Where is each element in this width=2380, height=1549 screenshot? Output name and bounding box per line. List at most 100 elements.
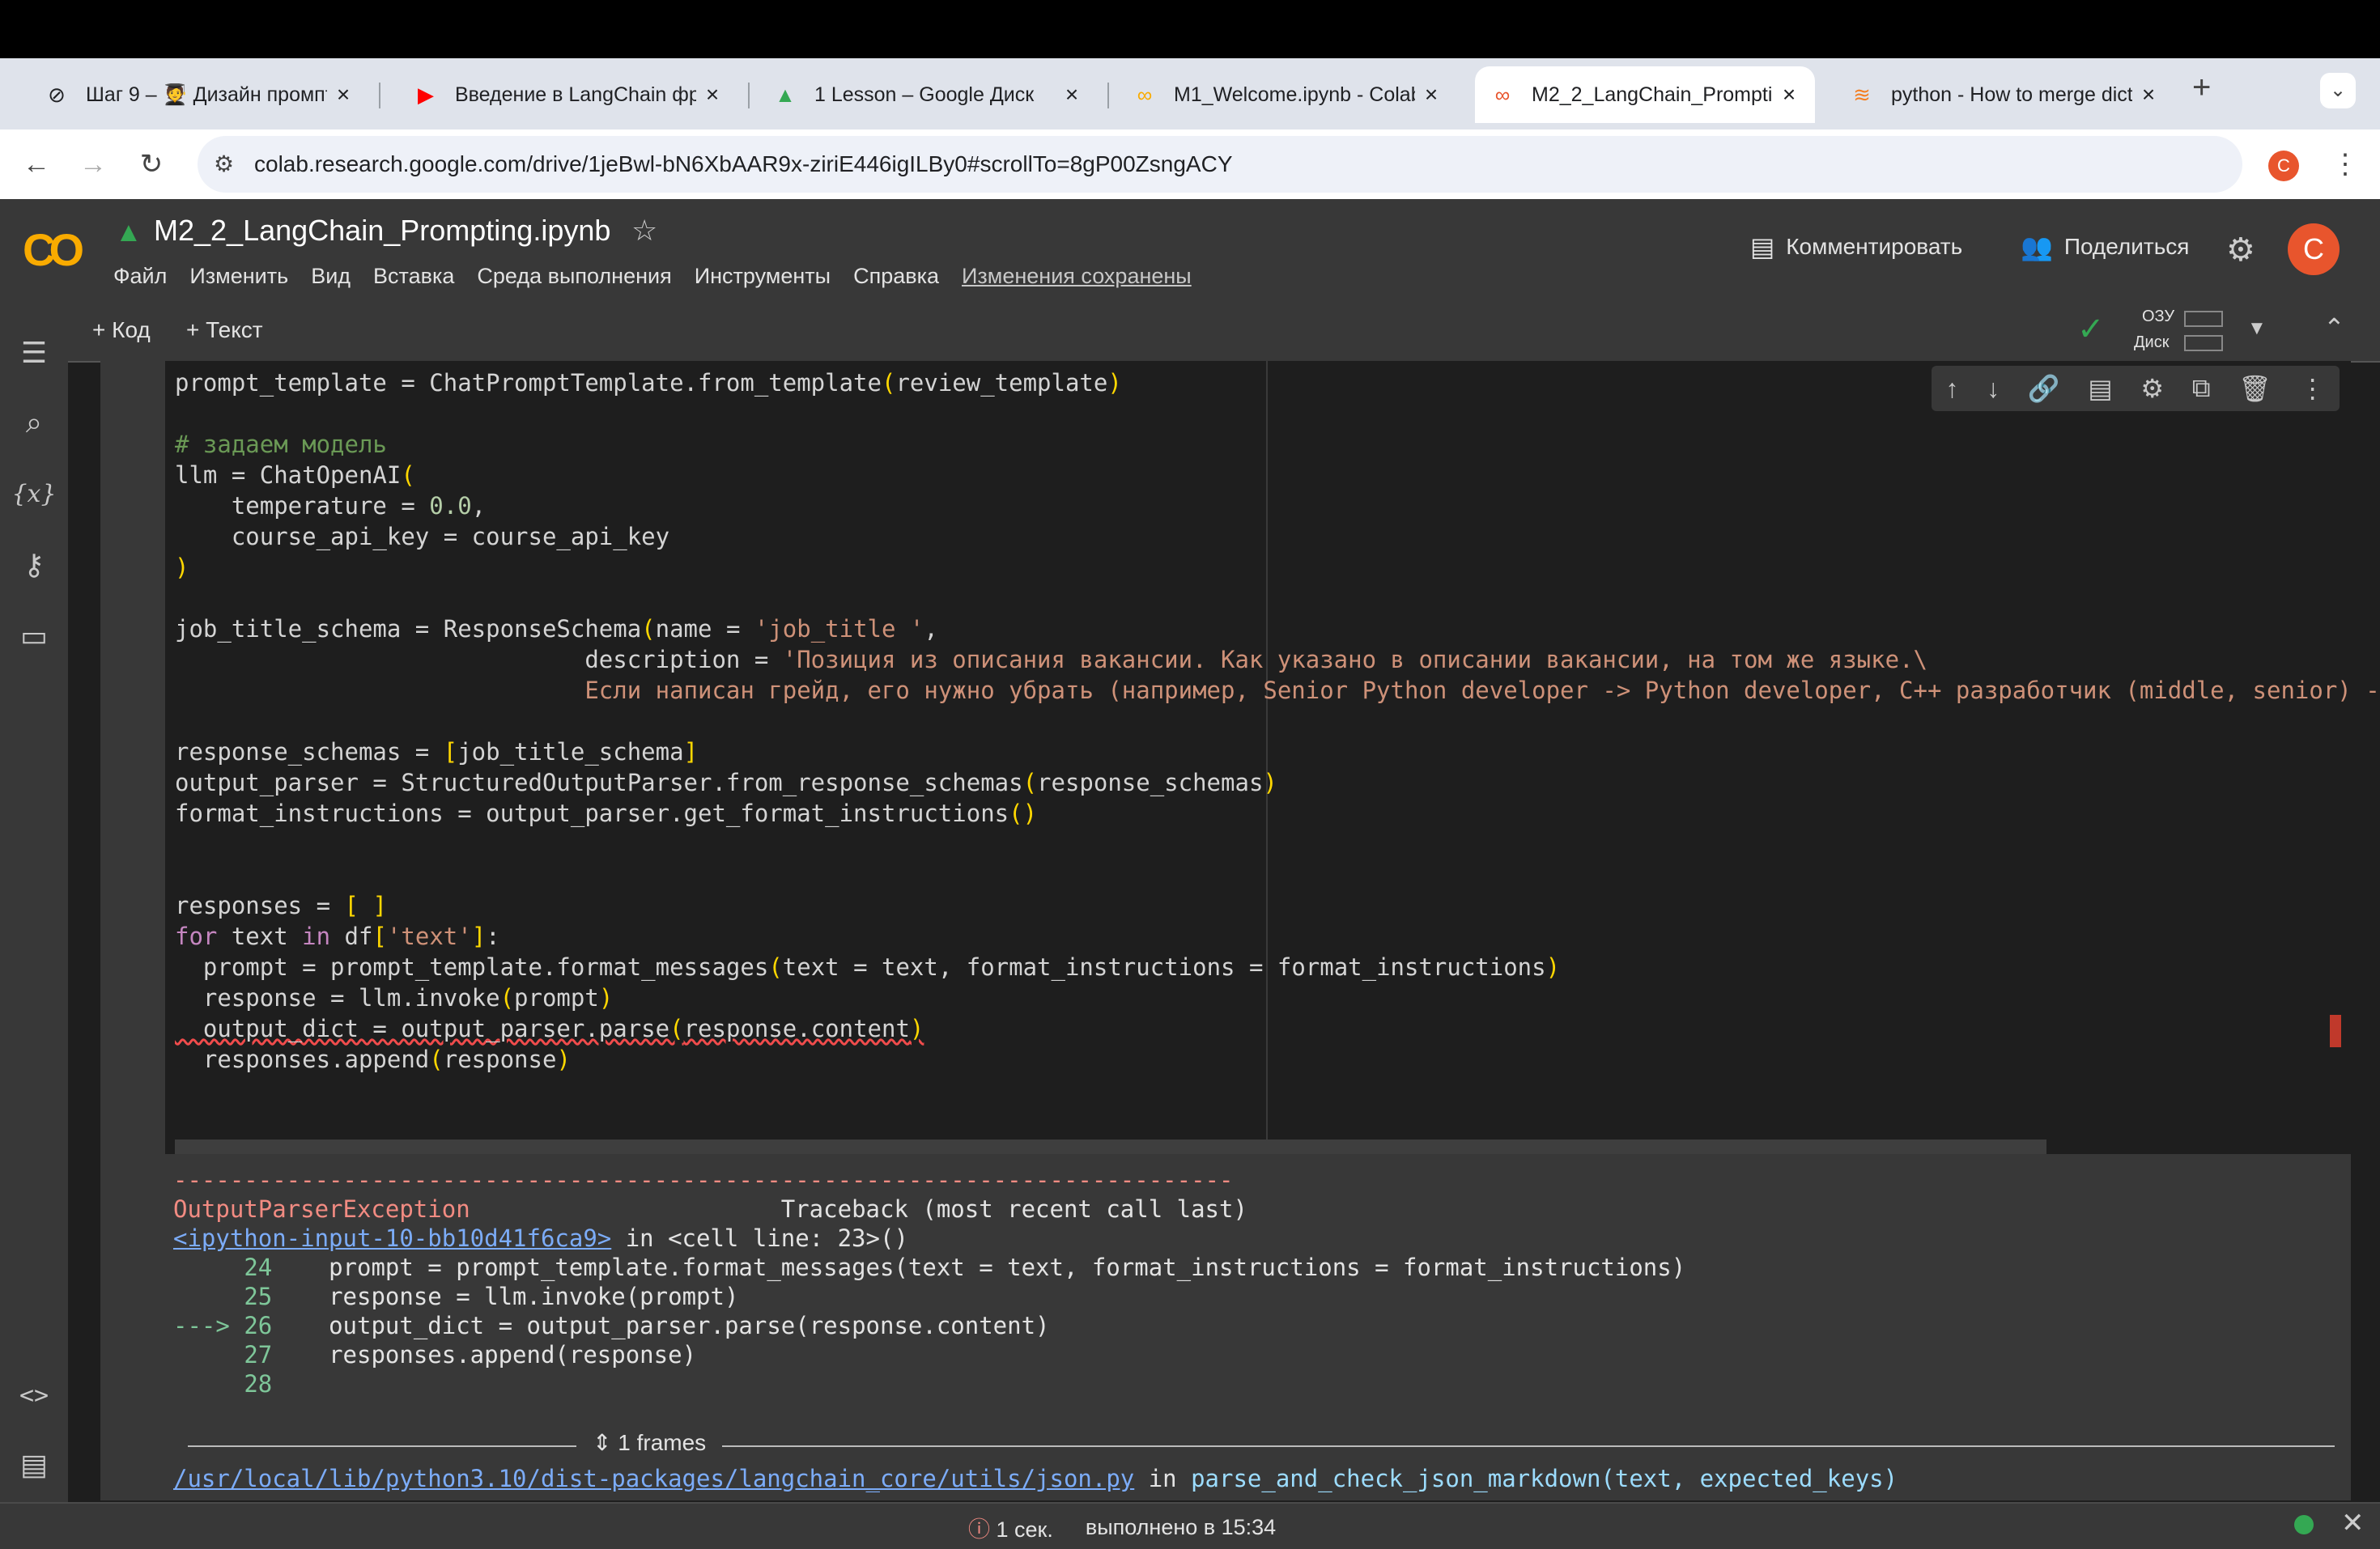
close-tab-icon[interactable]: × (2132, 82, 2165, 108)
line-marker (173, 1370, 244, 1398)
tab-search-icon[interactable]: ⌄ (2320, 73, 2356, 108)
delete-icon[interactable]: 🗑 (2238, 373, 2272, 404)
json-py-link[interactable]: /usr/local/lib/python3.10/dist-packages/… (173, 1465, 1134, 1492)
search-icon[interactable]: ⌕ (13, 401, 55, 443)
menu-item[interactable]: Справка (853, 264, 939, 289)
disk-meter[interactable] (2184, 335, 2223, 351)
browser-menu-icon[interactable]: ⋮ (2325, 144, 2365, 185)
comment-cell-icon[interactable]: ▤ (2088, 373, 2112, 404)
cell-gutter[interactable] (100, 361, 165, 1154)
code-line[interactable] (175, 859, 2380, 890)
code-snippets-icon[interactable]: <> (13, 1374, 55, 1416)
files-folder-icon[interactable]: ▭ (13, 615, 55, 657)
close-tab-icon[interactable]: × (1415, 82, 1447, 108)
duration-text: 1 сек. (996, 1517, 1053, 1542)
menu-item[interactable]: Файл (113, 264, 167, 289)
line-number: 27 (244, 1341, 273, 1369)
menu-item[interactable]: Инструменты (695, 264, 831, 289)
code-line[interactable]: response_schemas = [job_title_schema] (175, 736, 2380, 767)
code-line[interactable]: temperature = 0.0, (175, 490, 2380, 521)
link-icon[interactable]: 🔗 (2028, 373, 2060, 404)
code-line[interactable] (175, 706, 2380, 736)
add-code-button[interactable]: + Код (92, 317, 151, 343)
close-tab-icon[interactable]: × (1773, 82, 1805, 108)
move-down-icon[interactable]: ↓ (1987, 374, 2000, 404)
move-up-icon[interactable]: ↑ (1945, 374, 1958, 404)
profile-avatar[interactable]: C (2268, 151, 2299, 181)
terminal-icon[interactable]: ▤ (13, 1444, 55, 1486)
menu-item[interactable]: Вид (311, 264, 351, 289)
ram-meter[interactable] (2184, 311, 2223, 327)
code-line[interactable]: for text in df['text']: (175, 921, 2380, 952)
add-text-button[interactable]: + Текст (186, 317, 263, 343)
share-button[interactable]: 👥 Поделиться (2021, 231, 2189, 262)
url-text[interactable]: colab.research.google.com/drive/1jeBwl-b… (254, 136, 1233, 193)
close-tab-icon[interactable]: × (1056, 82, 1088, 108)
user-avatar[interactable]: C (2288, 223, 2340, 275)
browser-tab[interactable]: ∞ M2_2_LangChain_Prompting × (1475, 66, 1815, 123)
forward-icon[interactable]: → (73, 144, 113, 185)
code-line[interactable]: prompt = prompt_template.format_messages… (175, 952, 2380, 982)
colab-icon: ∞ (1494, 82, 1511, 107)
variables-icon[interactable]: {x} (11, 473, 56, 515)
code-line[interactable]: # задаем модель (175, 429, 2380, 460)
browser-tab[interactable]: ▶ Введение в LangChain фреймворк× (398, 66, 738, 123)
comment-button[interactable]: ▤ Комментировать (1750, 231, 1962, 262)
disk-label: Диск (2134, 333, 2170, 351)
cell-line-ref: in <cell line: 23>() (611, 1224, 908, 1252)
site-settings-icon[interactable]: ⚙ (214, 151, 234, 177)
runtime-dropdown-icon[interactable]: ▼ (2247, 317, 2267, 340)
close-status-icon[interactable]: ✕ (2341, 1507, 2365, 1539)
code-line[interactable]: output_parser = StructuredOutputParser.f… (175, 767, 2380, 798)
saved-status[interactable]: Изменения сохранены (962, 264, 1192, 289)
execution-status[interactable]: ⓘ 1 сек. выполнено в 15:34 (968, 1512, 1276, 1543)
code-line[interactable]: description = 'Позиция из описания вакан… (175, 644, 2380, 675)
mirror-cell-icon[interactable]: ⧉ (2192, 373, 2211, 404)
collapse-header-icon[interactable]: ⌃ (2323, 312, 2345, 343)
address-bar[interactable]: ⚙ colab.research.google.com/drive/1jeBwl… (198, 136, 2242, 193)
code-line[interactable]: course_api_key = course_api_key (175, 521, 2380, 552)
code-line[interactable]: response = llm.invoke(prompt) (175, 982, 2380, 1013)
star-notebook-icon[interactable]: ☆ (631, 214, 657, 248)
table-of-contents-icon[interactable]: ☰ (13, 332, 55, 374)
horizontal-scrollbar[interactable] (175, 1139, 2046, 1154)
code-line[interactable]: ) (175, 552, 2380, 583)
browser-tab[interactable]: ∞ M1_Welcome.ipynb - Colab × (1117, 66, 1457, 123)
secrets-key-icon[interactable]: ⚷ (13, 544, 55, 586)
frames-toggle[interactable]: ⇕ 1 frames (576, 1429, 723, 1456)
browser-tab[interactable]: ≋ python - How to merge dicts × (1834, 66, 2174, 123)
tab-title: 1 Lesson – Google Диск (814, 83, 1035, 106)
browser-tab[interactable]: ⊘ Шаг 9 – 🧑‍🎓 Дизайн промпт × (29, 66, 369, 123)
cell-toolbar: ↑ ↓ 🔗 ▤ ⚙ ⧉ 🗑 ⋮ (1932, 366, 2340, 411)
code-content[interactable]: prompt_template = ChatPromptTemplate.fro… (175, 367, 2380, 1075)
ipython-input-link[interactable]: <ipython-input-10-bb10d41f6ca9> (173, 1224, 611, 1252)
path-in: in (1134, 1465, 1192, 1492)
connected-check-icon[interactable]: ✓ (2077, 311, 2105, 348)
runtime-status-dot[interactable] (2294, 1515, 2314, 1534)
close-tab-icon[interactable]: × (696, 82, 729, 108)
browser-tab[interactable]: ▲ 1 Lesson – Google Диск × (758, 66, 1098, 123)
reload-icon[interactable]: ↻ (131, 144, 172, 185)
code-line[interactable]: Если написан грейд, его нужно убрать (на… (175, 675, 2380, 706)
settings-gear-icon[interactable]: ⚙ (2226, 231, 2255, 269)
code-line[interactable]: job_title_schema = ResponseSchema(name =… (175, 613, 2380, 644)
code-line[interactable] (175, 583, 2380, 613)
menu-item[interactable]: Изменить (189, 264, 288, 289)
line-marker (173, 1341, 244, 1369)
code-line[interactable]: output_dict = output_parser.parse(respon… (175, 1013, 2380, 1044)
code-line[interactable]: llm = ChatOpenAI( (175, 460, 2380, 490)
code-line[interactable] (175, 829, 2380, 859)
back-icon[interactable]: ← (16, 144, 57, 185)
code-line[interactable]: responses = [ ] (175, 890, 2380, 921)
colab-logo[interactable]: CO (23, 223, 84, 276)
menu-item[interactable]: Среда выполнения (477, 264, 671, 289)
more-options-icon[interactable]: ⋮ (2300, 373, 2326, 404)
code-line[interactable]: format_instructions = output_parser.get_… (175, 798, 2380, 829)
cell-settings-icon[interactable]: ⚙ (2140, 373, 2164, 404)
close-tab-icon[interactable]: × (327, 82, 359, 108)
code-line[interactable]: responses.append(response) (175, 1044, 2380, 1075)
new-tab-button[interactable]: + (2192, 70, 2211, 106)
notebook-title[interactable]: M2_2_LangChain_Prompting.ipynb (154, 214, 610, 248)
line-marker: ---> (173, 1312, 244, 1339)
menu-item[interactable]: Вставка (373, 264, 454, 289)
